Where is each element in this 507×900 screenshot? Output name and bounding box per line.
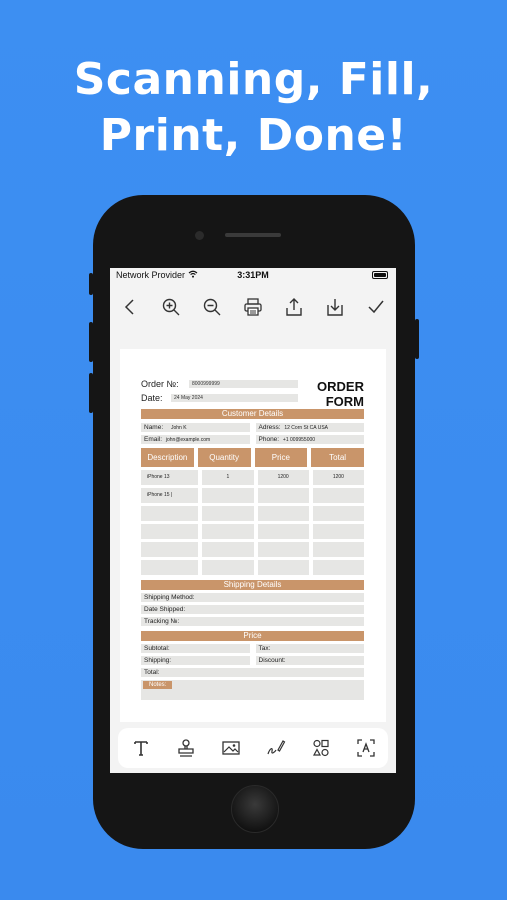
order-number-label: Order №: [141, 379, 179, 389]
date-field[interactable]: 24 May 2024 [171, 394, 298, 402]
home-button[interactable] [231, 785, 279, 833]
order-form: ORDER FORM Order №: 8000999999 Date: 24 … [141, 379, 364, 700]
table-cell[interactable] [202, 524, 254, 539]
email-field[interactable]: Email: john@example.com [141, 435, 250, 444]
table-cell[interactable] [257, 542, 309, 557]
table-cell[interactable]: 1200 [312, 470, 364, 485]
total-field[interactable]: Total: [141, 668, 364, 677]
table-cell[interactable] [312, 560, 364, 575]
table-cell[interactable] [312, 488, 364, 503]
table-cell[interactable] [202, 488, 254, 503]
discount-field[interactable]: Discount: [255, 656, 364, 665]
screen: Network Provider 3:31PM ORDER FORM Order… [110, 268, 396, 773]
shipping-method-field[interactable]: Shipping Method: [141, 593, 364, 602]
text-recognition-icon[interactable] [354, 736, 378, 760]
order-number-field[interactable]: 8000999999 [189, 380, 298, 388]
table-row [141, 524, 364, 539]
address-field[interactable]: Adress: 12 Corn St CA USA [255, 423, 364, 432]
zoom-in-icon[interactable] [159, 295, 183, 319]
date-shipped-field[interactable]: Date Shipped: [141, 605, 364, 614]
table-cell[interactable] [257, 506, 309, 521]
price-header: Price [141, 631, 364, 641]
signature-icon[interactable] [264, 736, 288, 760]
headline-line-2: Print, Done! [99, 110, 408, 161]
table-cell[interactable] [141, 524, 199, 539]
column-price: Price [254, 448, 308, 467]
table-cell[interactable] [312, 524, 364, 539]
table-row [141, 506, 364, 521]
table-row [141, 560, 364, 575]
table-cell[interactable] [202, 542, 254, 557]
table-cell[interactable] [141, 542, 199, 557]
download-icon[interactable] [323, 295, 347, 319]
headline: Scanning, Fill, Print, Done! [0, 52, 507, 164]
order-form-document: ORDER FORM Order №: 8000999999 Date: 24 … [120, 349, 386, 722]
table-row [141, 542, 364, 557]
table-row: iPhone 13 1 1200 1200 [141, 470, 364, 485]
notes-label: Notes: [143, 681, 173, 689]
shipping-cost-field[interactable]: Shipping: [141, 656, 250, 665]
table-cell[interactable] [141, 506, 199, 521]
share-icon[interactable] [282, 295, 306, 319]
name-field[interactable]: Name: John K [141, 423, 250, 432]
table-cell[interactable] [141, 560, 199, 575]
table-cell[interactable]: iPhone 15 | [141, 488, 199, 503]
table-cell[interactable] [312, 506, 364, 521]
zoom-out-icon[interactable] [200, 295, 224, 319]
tax-field[interactable]: Tax: [255, 644, 364, 653]
image-icon[interactable] [219, 736, 243, 760]
carrier-name: Network Provider [116, 269, 186, 280]
table-cell[interactable] [257, 524, 309, 539]
bottom-toolbar [118, 728, 388, 768]
column-quantity: Quantity [197, 448, 251, 467]
table-cell[interactable]: iPhone 13 [141, 470, 199, 485]
date-label: Date: [141, 393, 163, 403]
mute-switch [89, 273, 93, 295]
form-title-line-1: ORDER [317, 379, 364, 394]
table-cell[interactable] [202, 560, 254, 575]
volume-down-button [89, 373, 93, 413]
table-cell[interactable]: 1200 [257, 470, 309, 485]
back-icon[interactable] [118, 295, 142, 319]
table-cell[interactable] [312, 542, 364, 557]
shapes-icon[interactable] [309, 736, 333, 760]
subtotal-field[interactable]: Subtotal: [141, 644, 250, 653]
table-cell[interactable] [257, 560, 309, 575]
checkmark-icon[interactable] [364, 295, 388, 319]
power-button [415, 319, 419, 359]
wifi-icon [188, 270, 198, 280]
form-title: ORDER FORM [317, 379, 364, 409]
table-cell[interactable] [257, 488, 309, 503]
headline-line-1: Scanning, Fill, [73, 54, 434, 105]
battery-icon [372, 271, 388, 279]
table-cell[interactable]: 1 [202, 470, 254, 485]
volume-up-button [89, 322, 93, 362]
text-icon[interactable] [129, 736, 153, 760]
shipping-details-header: Shipping Details [141, 580, 364, 590]
column-total: Total [311, 448, 364, 467]
stamp-icon[interactable] [174, 736, 198, 760]
earpiece-speaker [225, 233, 281, 237]
front-camera [195, 231, 204, 240]
phone-frame: Network Provider 3:31PM ORDER FORM Order… [89, 195, 419, 849]
form-title-line-2: FORM [325, 394, 364, 409]
table-row: iPhone 15 | [141, 488, 364, 503]
column-description: Description [141, 448, 194, 467]
print-icon[interactable] [241, 295, 265, 319]
status-bar: Network Provider 3:31PM [110, 268, 396, 281]
table-cell[interactable] [202, 506, 254, 521]
tracking-number-field[interactable]: Tracking №: [141, 617, 364, 626]
phone-field[interactable]: Phone: +1 009955000 [255, 435, 364, 444]
notes-field[interactable]: Notes: [141, 680, 364, 700]
items-table-header: Description Quantity Price Total [141, 448, 364, 467]
customer-details-header: Customer Details [141, 409, 364, 419]
top-toolbar [110, 281, 396, 333]
